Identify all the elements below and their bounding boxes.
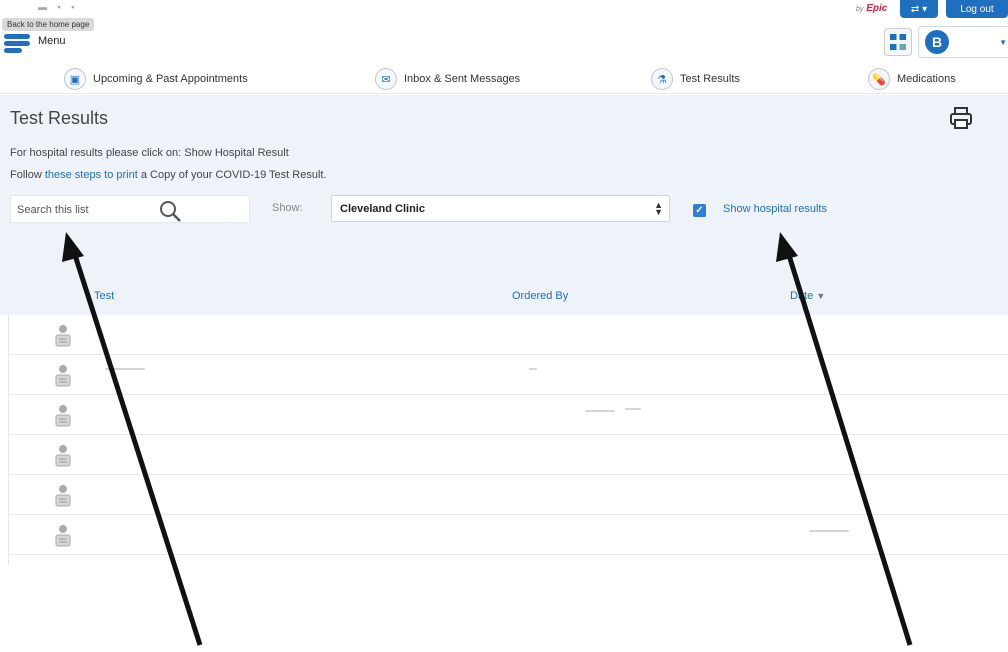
- page-title: Test Results: [10, 108, 109, 128]
- show-hospital-results-label[interactable]: Show hospital results: [723, 203, 827, 215]
- qr-code-icon: [890, 34, 906, 50]
- result-document-icon: [55, 405, 71, 427]
- epic-logo: by Epic: [856, 3, 887, 14]
- hint-prefix: Follow: [10, 169, 45, 181]
- nav-item-label: Test Results: [680, 73, 740, 85]
- menu-label[interactable]: Menu: [38, 35, 66, 47]
- top-strip-dots: ▬ ▪ ▪: [38, 2, 79, 12]
- result-document-icon: [55, 485, 71, 507]
- show-label: Show:: [272, 202, 303, 214]
- calendar-icon: ▣: [64, 68, 86, 90]
- account-switcher[interactable]: B ▼: [918, 26, 1008, 58]
- result-document-icon: [55, 365, 71, 387]
- column-header-date[interactable]: Date ▼: [790, 290, 825, 302]
- nav-item-label: Upcoming & Past Appointments: [93, 73, 248, 85]
- nav-item-appointments[interactable]: ▣ Upcoming & Past Appointments: [64, 66, 248, 92]
- table-row[interactable]: [9, 355, 1008, 395]
- envelope-icon: ✉: [375, 68, 397, 90]
- result-document-icon: [55, 325, 71, 347]
- column-header-date-label: Date: [790, 290, 814, 302]
- organization-select[interactable]: Cleveland Clinic ▲ ▼: [331, 195, 670, 222]
- nav-item-label: Medications: [897, 73, 956, 85]
- nav-item-messages[interactable]: ✉ Inbox & Sent Messages: [375, 66, 520, 92]
- top-bar: ▬ ▪ ▪ Back to the home page Menu by Epic…: [0, 0, 1008, 64]
- test-results-panel: Test Results For hospital results please…: [0, 95, 1008, 315]
- search-input[interactable]: [17, 202, 157, 218]
- menu-button[interactable]: [4, 26, 34, 54]
- epic-prefix: by: [856, 6, 864, 13]
- hint-suffix: a Copy of your COVID-19 Test Result.: [137, 169, 327, 181]
- print-steps-link[interactable]: these steps to print: [45, 169, 138, 181]
- result-document-icon: [55, 525, 71, 547]
- toggle-button[interactable]: ⇄ ▾: [900, 0, 938, 18]
- select-caret-icon: ▲ ▼: [654, 200, 663, 217]
- show-hospital-results-checkbox[interactable]: ✓: [693, 204, 706, 217]
- sort-desc-icon: ▼: [816, 291, 826, 301]
- table-row[interactable]: [9, 395, 1008, 435]
- table-row[interactable]: [9, 475, 1008, 515]
- nav-item-medications[interactable]: 💊 Medications: [868, 66, 956, 92]
- hospital-results-hint: For hospital results please click on: Sh…: [10, 147, 289, 159]
- column-header-ordered-by[interactable]: Ordered By: [512, 290, 568, 302]
- nav-item-label: Inbox & Sent Messages: [404, 73, 521, 85]
- table-row[interactable]: [9, 515, 1008, 555]
- printer-icon[interactable]: [948, 105, 974, 131]
- select-value: Cleveland Clinic: [340, 203, 425, 215]
- epic-logo-text: Epic: [866, 3, 888, 14]
- column-header-test[interactable]: Test: [94, 290, 114, 302]
- main-nav: ▣ Upcoming & Past Appointments ✉ Inbox &…: [0, 64, 1008, 94]
- pills-icon: 💊: [868, 68, 890, 90]
- chevron-down-icon: ▼: [999, 38, 1007, 47]
- table-row[interactable]: [9, 315, 1008, 355]
- avatar: B: [925, 30, 949, 54]
- table-row[interactable]: [9, 435, 1008, 475]
- search-box: [10, 195, 250, 223]
- page: ▬ ▪ ▪ Back to the home page Menu by Epic…: [0, 0, 1008, 652]
- search-icon[interactable]: [157, 198, 183, 224]
- covid-print-hint: Follow these steps to print a Copy of yo…: [10, 169, 327, 181]
- nav-item-test-results[interactable]: ⚗ Test Results: [651, 66, 740, 92]
- qr-code-button[interactable]: [884, 28, 912, 56]
- results-list: [8, 315, 1008, 565]
- logout-button[interactable]: Log out: [946, 0, 1008, 18]
- result-document-icon: [55, 445, 71, 467]
- flask-icon: ⚗: [651, 68, 673, 90]
